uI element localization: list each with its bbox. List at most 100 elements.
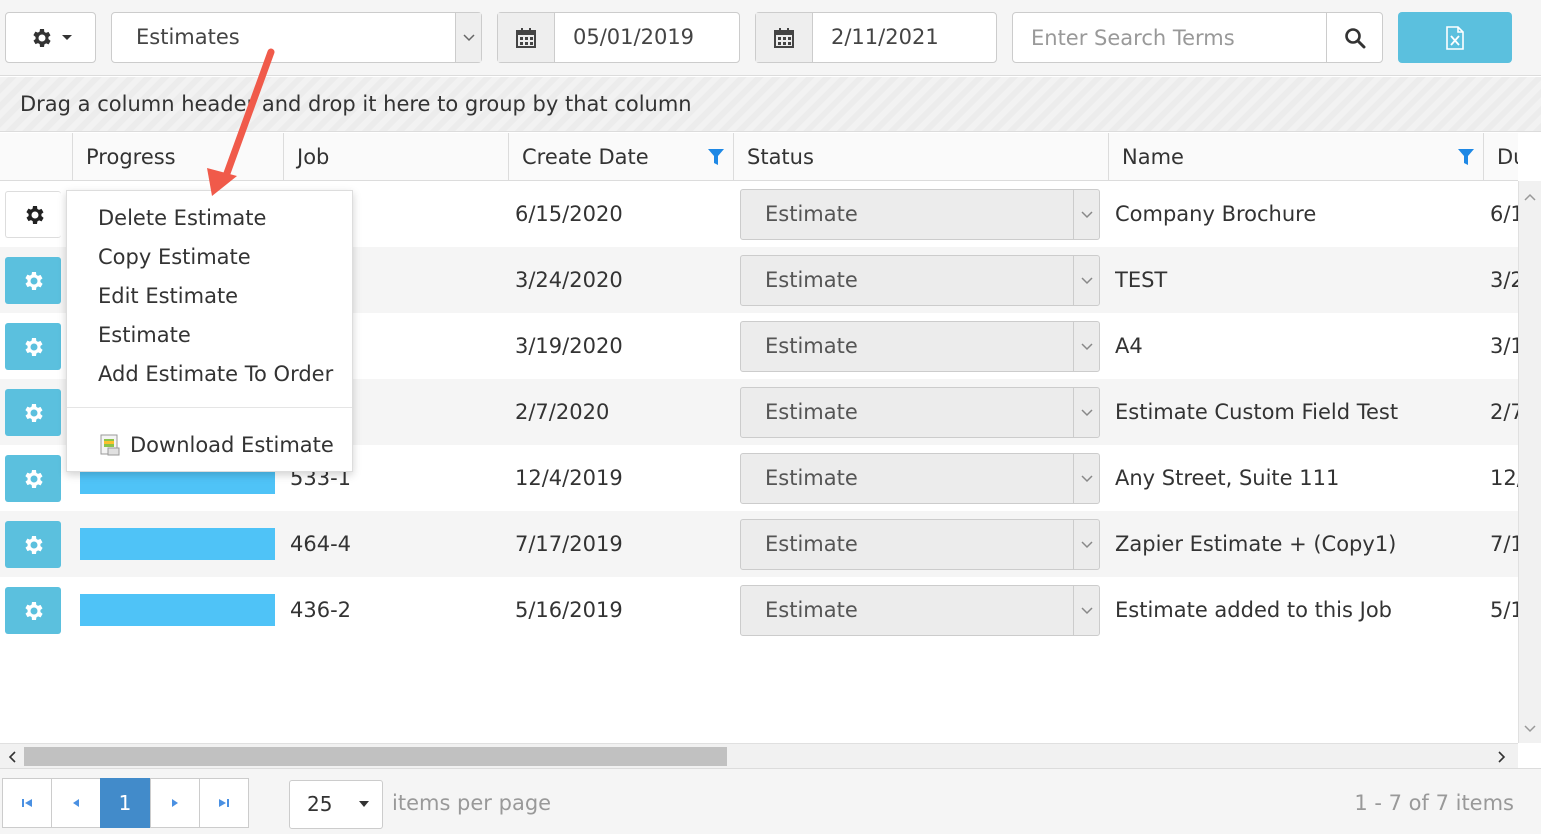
menu-item-estimate[interactable]: Estimate xyxy=(98,316,191,355)
status-select[interactable]: Estimate xyxy=(740,453,1100,504)
cell-due: 2/7 xyxy=(1490,400,1518,424)
page-number: 1 xyxy=(118,791,132,815)
status-value: Estimate xyxy=(765,202,858,226)
column-header-name[interactable]: Name xyxy=(1108,133,1483,181)
cell-name: Company Brochure xyxy=(1115,202,1317,226)
pager-info: 1 - 7 of 7 items xyxy=(1354,791,1514,815)
cell-create-date: 5/16/2019 xyxy=(515,598,623,622)
last-page-button[interactable] xyxy=(199,778,249,828)
pager: 1 25 items per page 1 - 7 of 7 items xyxy=(0,768,1541,834)
chevron-down-icon[interactable] xyxy=(1073,520,1099,569)
export-excel-button[interactable] xyxy=(1398,12,1512,63)
row-actions-button[interactable] xyxy=(5,389,61,436)
menu-item-download-estimate[interactable]: Download Estimate xyxy=(98,427,334,463)
menu-item-add-estimate-to-order[interactable]: Add Estimate To Order xyxy=(98,355,333,394)
settings-dropdown-button[interactable] xyxy=(5,12,96,63)
status-select[interactable]: Estimate xyxy=(740,255,1100,306)
page-button-current[interactable]: 1 xyxy=(100,778,150,828)
filter-icon[interactable] xyxy=(1457,148,1475,166)
cell-create-date: 6/15/2020 xyxy=(515,202,623,226)
search-button[interactable] xyxy=(1326,13,1382,62)
status-value: Estimate xyxy=(765,466,858,490)
cell-create-date: 3/19/2020 xyxy=(515,334,623,358)
column-label: Progress xyxy=(86,145,176,169)
grid-header: Progress Job Create Date Status Name Du xyxy=(0,133,1518,181)
scroll-left-icon[interactable] xyxy=(2,744,22,769)
previous-page-button[interactable] xyxy=(51,778,101,828)
chevron-down-icon[interactable] xyxy=(1073,190,1099,239)
row-actions-button[interactable] xyxy=(5,455,61,502)
cell-create-date: 12/4/2019 xyxy=(515,466,623,490)
column-label: Du xyxy=(1497,145,1518,169)
next-page-button[interactable] xyxy=(150,778,200,828)
column-header-progress[interactable]: Progress xyxy=(72,133,283,181)
gear-icon xyxy=(25,271,43,290)
filter-icon[interactable] xyxy=(707,148,725,166)
horizontal-scrollbar[interactable] xyxy=(0,743,1518,768)
row-actions-button[interactable] xyxy=(5,521,61,568)
start-date-picker[interactable]: 05/01/2019 xyxy=(497,12,740,63)
menu-item-edit-estimate[interactable]: Edit Estimate xyxy=(98,277,238,316)
status-value: Estimate xyxy=(765,268,858,292)
chevron-down-icon[interactable] xyxy=(1073,322,1099,371)
gear-icon xyxy=(25,337,43,356)
row-actions-button[interactable] xyxy=(5,587,61,634)
chevron-down-icon[interactable] xyxy=(1073,454,1099,503)
status-select[interactable]: Estimate xyxy=(740,189,1100,240)
gear-icon xyxy=(25,535,43,554)
search-box xyxy=(1012,12,1383,63)
cell-create-date: 7/17/2019 xyxy=(515,532,623,556)
cell-name: Any Street, Suite 111 xyxy=(1115,466,1340,490)
caret-down-icon xyxy=(61,34,72,40)
chevron-down-icon[interactable] xyxy=(1073,388,1099,437)
start-date-value: 05/01/2019 xyxy=(573,25,695,49)
table-row[interactable]: 436-2 5/16/2019 Estimate Estimate added to … xyxy=(0,577,1518,643)
table-row[interactable]: 464-4 7/17/2019 Estimate Zapier Estimate + … xyxy=(0,511,1518,577)
calendar-icon[interactable] xyxy=(498,13,555,62)
chevron-down-icon[interactable] xyxy=(1073,586,1099,635)
view-select[interactable]: Estimates xyxy=(111,12,482,63)
menu-item-copy-estimate[interactable]: Copy Estimate xyxy=(98,238,251,277)
row-context-menu: Download Estimate Delete Estimate Copy Es… xyxy=(66,190,353,472)
menu-item-delete-estimate[interactable]: Delete Estimate xyxy=(98,199,266,238)
cell-name: Estimate added to this Job xyxy=(1115,598,1393,622)
page-size-value: 25 xyxy=(307,792,333,816)
scroll-right-icon[interactable] xyxy=(1492,744,1512,769)
chevron-down-icon[interactable] xyxy=(1073,256,1099,305)
column-header-status[interactable]: Status xyxy=(733,133,1108,181)
status-value: Estimate xyxy=(765,598,858,622)
cell-create-date: 3/24/2020 xyxy=(515,268,623,292)
vertical-scrollbar[interactable] xyxy=(1518,181,1541,743)
scroll-down-icon[interactable] xyxy=(1519,719,1541,739)
scroll-up-icon[interactable] xyxy=(1519,187,1541,207)
horizontal-scroll-thumb[interactable] xyxy=(24,747,727,766)
cell-due: 6/1 xyxy=(1490,202,1518,226)
search-input[interactable] xyxy=(1013,13,1327,62)
column-header-job[interactable]: Job xyxy=(283,133,508,181)
row-actions-button[interactable] xyxy=(5,323,61,370)
cell-job: 436-2 xyxy=(290,598,352,622)
column-header-create-date[interactable]: Create Date xyxy=(508,133,733,181)
status-select[interactable]: Estimate xyxy=(740,387,1100,438)
status-select[interactable]: Estimate xyxy=(740,321,1100,372)
gear-icon xyxy=(25,205,44,224)
chevron-down-icon[interactable] xyxy=(455,13,481,62)
menu-item-label: Download Estimate xyxy=(130,433,334,457)
status-select[interactable]: Estimate xyxy=(740,519,1100,570)
group-drop-area[interactable]: Drag a column header and drop it here to… xyxy=(0,77,1541,132)
cell-name: Zapier Estimate + (Copy1) xyxy=(1115,532,1397,556)
gear-icon xyxy=(25,601,43,620)
progress-bar xyxy=(80,594,275,626)
row-actions-button[interactable] xyxy=(5,191,61,238)
calendar-icon[interactable] xyxy=(756,13,813,62)
cell-create-date: 2/7/2020 xyxy=(515,400,610,424)
column-header-due[interactable]: Du xyxy=(1483,133,1518,181)
end-date-picker[interactable]: 2/11/2021 xyxy=(755,12,997,63)
cell-due: 12/ xyxy=(1490,466,1518,490)
row-actions-button[interactable] xyxy=(5,257,61,304)
status-select[interactable]: Estimate xyxy=(740,585,1100,636)
gear-icon xyxy=(25,403,43,422)
download-file-icon xyxy=(100,434,120,456)
page-size-select[interactable]: 25 xyxy=(289,780,383,829)
first-page-button[interactable] xyxy=(2,778,52,828)
